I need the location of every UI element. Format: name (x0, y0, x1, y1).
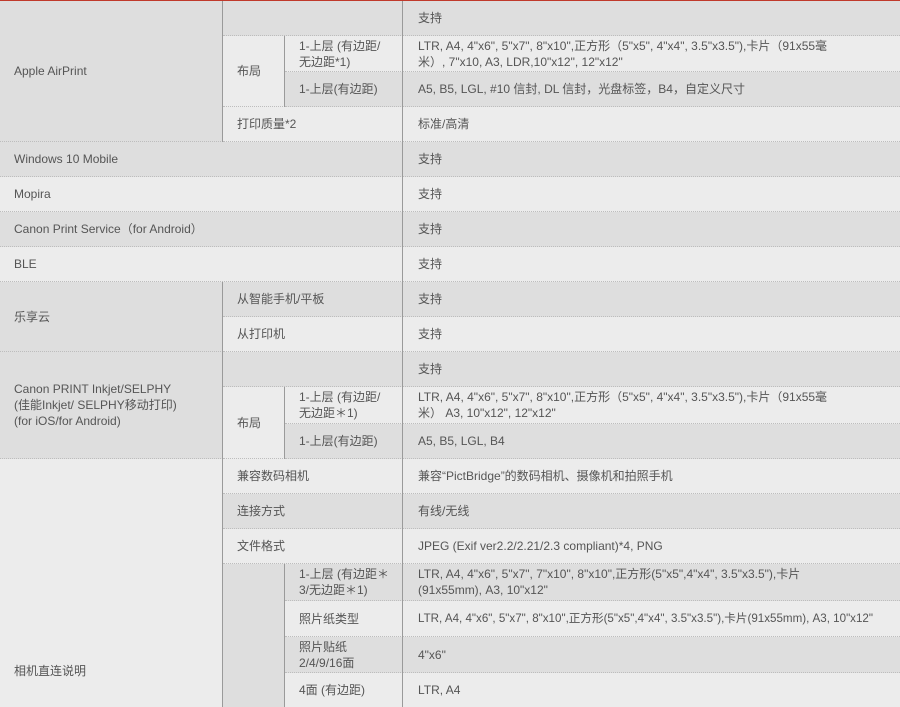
airprint-layout-2-value: A5, B5, LGL, #10 信封, DL 信封，光盘标签，B4，自定义尺寸 (403, 72, 900, 107)
canon-print-inkjet-label-line2: (佳能Inkjet/ SELPHY移动打印) (14, 398, 177, 412)
column-divider-3b (284, 387, 285, 459)
row-label-mopira: Mopira (0, 177, 403, 212)
row-label-windows-10-mobile: Windows 10 Mobile (0, 142, 403, 177)
canon-print-inkjet-label-line3: (for iOS/for Android) (14, 414, 121, 428)
lexiangyun-from-printer-value: 支持 (403, 317, 900, 352)
airprint-support-value: 支持 (403, 1, 900, 36)
inkjet-blank-subcell (223, 352, 403, 387)
column-divider-3c (284, 564, 285, 707)
row-label-ble: BLE (0, 247, 403, 282)
lexiangyun-from-phone-value: 支持 (403, 282, 900, 317)
camera-sub-1-name: 1-上层 (有边距＊3/无边距＊1) (285, 564, 403, 601)
inkjet-layout-label: 布局 (223, 387, 285, 459)
airprint-layout-1-value: LTR, A4, 4"x6", 5"x7", 8"x10",正方形（5"x5",… (403, 36, 900, 72)
mopira-value: 支持 (403, 177, 900, 212)
lexiangyun-from-phone-label: 从智能手机/平板 (223, 282, 403, 317)
column-divider-2 (402, 1, 403, 707)
airprint-quality-label: 打印质量*2 (223, 107, 403, 142)
camera-sub-4-name: 4面 (有边距) (285, 673, 403, 707)
canon-print-service-value: 支持 (403, 212, 900, 247)
airprint-blank-subcell (223, 1, 403, 36)
row-label-canon-print-service: Canon Print Service（for Android） (0, 212, 403, 247)
apple-airprint-label: Apple AirPrint (14, 64, 87, 78)
camera-compat-value: 兼容“PictBridge”的数码相机、摄像机和拍照手机 (403, 459, 900, 494)
camera-sub-3-name: 照片贴纸 2/4/9/16面 (285, 637, 403, 673)
airprint-layout-2-name: 1-上层(有边距) (285, 72, 403, 107)
airprint-quality-value: 标准/高清 (403, 107, 900, 142)
camera-connection-label: 连接方式 (223, 494, 403, 529)
column-divider-1 (222, 1, 223, 142)
windows-10-mobile-value: 支持 (403, 142, 900, 177)
ble-value: 支持 (403, 247, 900, 282)
camera-sub-4-value: LTR, A4 (403, 673, 900, 707)
lexiangyun-from-printer-label: 从打印机 (223, 317, 403, 352)
row-label-canon-print-inkjet: Canon PRINT Inkjet/SELPHY (佳能Inkjet/ SEL… (0, 352, 223, 459)
airprint-layout-1-name: 1-上层 (有边距/无边距*1) (285, 36, 403, 72)
camera-format-value: JPEG (Exif ver2.2/2.21/2.3 compliant)*4,… (403, 529, 900, 564)
row-label-apple-airprint: Apple AirPrint (0, 1, 223, 142)
camera-format-label: 文件格式 (223, 529, 403, 564)
camera-compat-label: 兼容数码相机 (223, 459, 403, 494)
inkjet-layout-1-value: LTR, A4, 4"x6", 5"x7", 8"x10",正方形（5"x5",… (403, 387, 900, 424)
inkjet-layout-2-value: A5, B5, LGL, B4 (403, 424, 900, 459)
column-divider-1b (222, 282, 223, 707)
camera-sub-1-value: LTR, A4, 4"x6", 5"x7", 7"x10", 8"x10",正方… (403, 564, 900, 601)
camera-sub-2-value: LTR, A4, 4"x6", 5"x7", 8"x10",正方形(5"x5",… (403, 601, 900, 637)
camera-sub-3-value: 4"x6" (403, 637, 900, 673)
inkjet-support-value: 支持 (403, 352, 900, 387)
column-divider-3a (284, 36, 285, 107)
row-label-lexiangyun: 乐享云 (0, 282, 223, 352)
row-label-camera-direct: 相机直连说明 (0, 459, 223, 707)
camera-sub-2-name: 照片纸类型 (285, 601, 403, 637)
inkjet-layout-1-name: 1-上层 (有边距/无边距＊1) (285, 387, 403, 424)
camera-connection-value: 有线/无线 (403, 494, 900, 529)
airprint-layout-label: 布局 (223, 36, 285, 107)
camera-sub-blank-cell (223, 564, 285, 707)
inkjet-layout-2-name: 1-上层(有边距) (285, 424, 403, 459)
canon-print-inkjet-label-line1: Canon PRINT Inkjet/SELPHY (14, 382, 172, 396)
